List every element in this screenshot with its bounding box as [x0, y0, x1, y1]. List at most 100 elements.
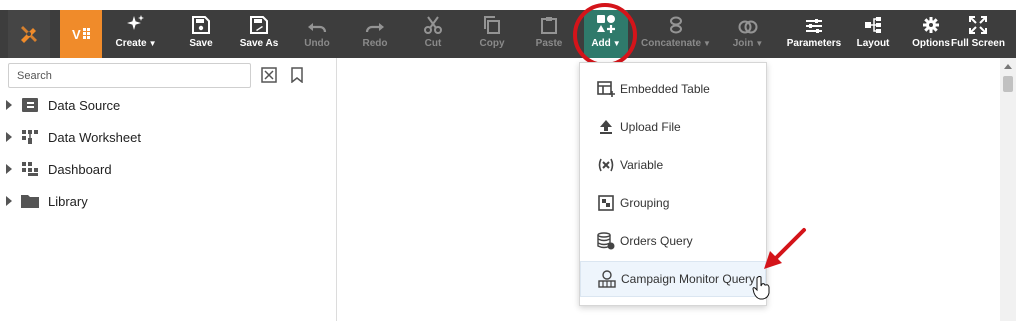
- tree-item-label: Data Source: [48, 97, 121, 113]
- chevron-down-icon: ▼: [148, 39, 157, 48]
- expand-icon: [969, 16, 987, 34]
- copy-icon: [484, 16, 500, 34]
- upload-icon: [597, 118, 615, 136]
- menu-item-label: Embedded Table: [620, 82, 710, 96]
- parameters-button[interactable]: Parameters: [786, 10, 842, 58]
- campaign-monitor-icon: [598, 270, 616, 288]
- tree-item-library[interactable]: Library: [6, 189, 88, 213]
- full-screen-button[interactable]: Full Screen: [950, 10, 1006, 58]
- options-button[interactable]: Options: [912, 10, 950, 58]
- data-source-icon: [21, 97, 39, 113]
- paste-button[interactable]: Paste: [532, 10, 566, 58]
- redo-label: Redo: [362, 38, 388, 49]
- menu-item-label: Variable: [620, 158, 664, 172]
- join-label: Join: [732, 38, 754, 49]
- scroll-up-arrow-icon[interactable]: [1004, 64, 1012, 69]
- clipboard-icon: [541, 17, 557, 34]
- toolbar: V Create ▼ Save Save As Undo Redo Cut Co…: [0, 10, 1016, 58]
- bookmark-button[interactable]: [287, 65, 307, 85]
- scissors-icon: [424, 16, 442, 34]
- menu-item-label: Grouping: [620, 196, 670, 210]
- menu-item-label: Campaign Monitor Query: [621, 272, 756, 286]
- layout-label: Layout: [856, 38, 890, 49]
- undo-button[interactable]: Undo: [300, 10, 334, 58]
- expand-caret-icon: [6, 100, 12, 110]
- add-dropdown-menu: Embedded Table Upload File Variable Grou…: [579, 62, 767, 306]
- save-as-button[interactable]: Save As: [236, 10, 282, 58]
- menu-item-orders-query[interactable]: Orders Query: [580, 223, 766, 259]
- search-input[interactable]: [8, 63, 251, 88]
- svg-text:V: V: [72, 27, 81, 42]
- create-label: Create: [115, 38, 147, 49]
- menu-item-embedded-table[interactable]: Embedded Table: [580, 71, 766, 107]
- tree-item-data-source[interactable]: Data Source: [6, 93, 120, 117]
- bookmark-icon: [291, 67, 303, 83]
- add-label: Add: [591, 38, 611, 49]
- add-shapes-icon: [597, 15, 615, 33]
- options-label: Options: [912, 38, 950, 49]
- tree-item-label: Data Worksheet: [48, 129, 141, 145]
- vertical-scrollbar[interactable]: [1000, 58, 1016, 321]
- copy-label: Copy: [479, 38, 505, 49]
- parameters-label: Parameters: [786, 38, 842, 49]
- embedded-table-icon: [597, 80, 615, 98]
- join-icon: [738, 20, 758, 34]
- save-as-label: Save As: [239, 38, 279, 49]
- tree-item-label: Dashboard: [48, 161, 112, 177]
- app-window: V Create ▼ Save Save As Undo Redo Cut Co…: [0, 0, 1016, 321]
- save-as-icon: [250, 16, 268, 34]
- sparkle-icon: [127, 15, 144, 30]
- database-query-icon: [597, 232, 615, 250]
- asset-tree-panel: Data Source Data Worksheet Dashboard Lib…: [0, 58, 337, 321]
- expand-caret-icon: [6, 132, 12, 142]
- chevron-down-icon: ▼: [755, 39, 764, 48]
- cut-label: Cut: [424, 38, 442, 49]
- concatenate-label: Concatenate: [641, 38, 702, 49]
- add-button[interactable]: Add ▼: [584, 10, 628, 58]
- tree-item-data-worksheet[interactable]: Data Worksheet: [6, 125, 141, 149]
- scroll-thumb[interactable]: [1003, 76, 1013, 92]
- chevron-down-icon: ▼: [703, 39, 711, 48]
- data-worksheet-icon: [21, 129, 39, 145]
- tree-item-dashboard[interactable]: Dashboard: [6, 157, 112, 181]
- chevron-down-icon: ▼: [612, 39, 621, 48]
- layout-tree-icon: [865, 17, 881, 33]
- redo-button[interactable]: Redo: [358, 10, 392, 58]
- menu-item-upload-file[interactable]: Upload File: [580, 109, 766, 145]
- folder-icon: [21, 193, 39, 209]
- tree-item-label: Library: [48, 193, 88, 209]
- cut-button[interactable]: Cut: [418, 10, 448, 58]
- menu-item-variable[interactable]: Variable: [580, 147, 766, 183]
- undo-label: Undo: [304, 38, 330, 49]
- save-label: Save: [189, 38, 213, 49]
- worksheet-logo-icon: V: [72, 27, 90, 42]
- create-button[interactable]: Create ▼: [110, 10, 162, 58]
- save-button[interactable]: Save: [180, 10, 222, 58]
- menu-item-label: Upload File: [620, 120, 681, 134]
- expand-caret-icon: [6, 196, 12, 206]
- annotation-arrow-icon: [764, 228, 806, 269]
- menu-item-grouping[interactable]: Grouping: [580, 185, 766, 221]
- concatenate-icon: [670, 16, 682, 34]
- undo-icon: [308, 23, 327, 33]
- expand-caret-icon: [6, 164, 12, 174]
- grouping-icon: [597, 194, 615, 212]
- save-icon: [192, 16, 210, 34]
- paste-label: Paste: [535, 38, 563, 49]
- join-button[interactable]: Join ▼: [730, 10, 766, 58]
- app-logo[interactable]: [8, 10, 50, 58]
- sliders-icon: [806, 19, 822, 33]
- variable-icon: [597, 156, 615, 174]
- layout-button[interactable]: Layout: [856, 10, 890, 58]
- clear-search-button[interactable]: [259, 65, 279, 85]
- menu-item-label: Orders Query: [620, 234, 693, 248]
- copy-button[interactable]: Copy: [476, 10, 508, 58]
- redo-icon: [365, 23, 384, 33]
- worksheet-logo[interactable]: V: [60, 10, 102, 58]
- menu-item-campaign-monitor-query[interactable]: Campaign Monitor Query: [580, 261, 766, 297]
- concatenate-button[interactable]: Concatenate ▼: [640, 10, 712, 58]
- pencil-ruler-icon: [21, 26, 37, 43]
- full-screen-label: Full Screen: [951, 38, 1005, 49]
- gear-icon: [923, 17, 939, 33]
- close-box-icon: [261, 67, 277, 83]
